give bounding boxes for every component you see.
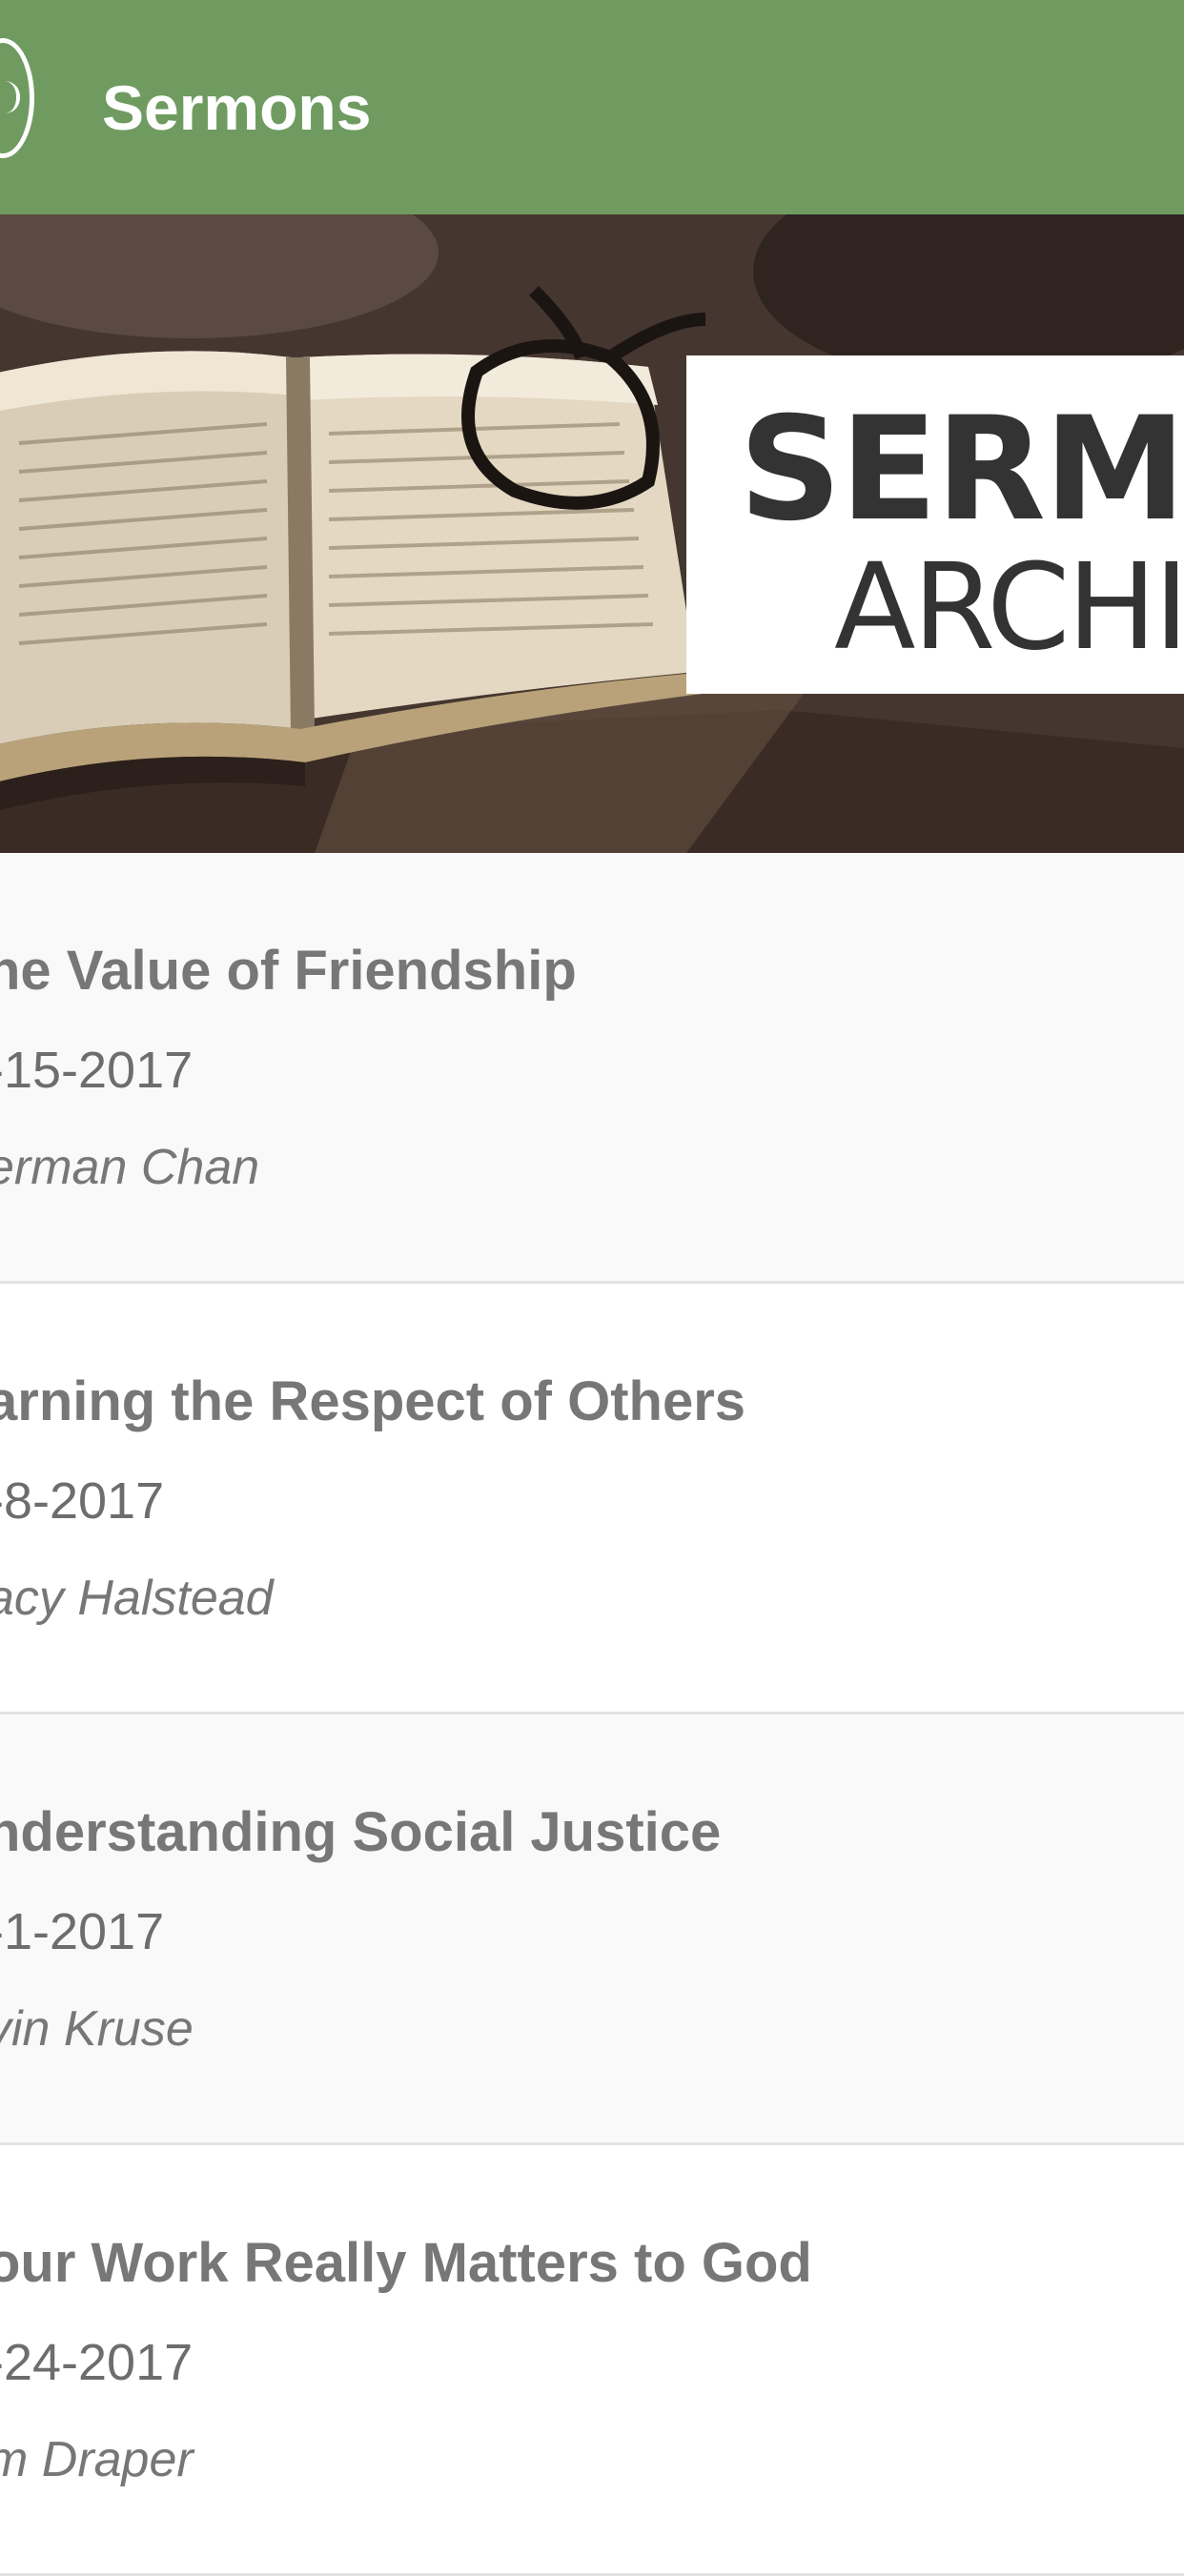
sermon-title: our Work Really Matters to God xyxy=(0,2232,812,2294)
sermon-speaker: vin Kruse xyxy=(0,2001,194,2057)
sermon-title: arning the Respect of Others xyxy=(0,1370,746,1432)
list-item[interactable]: our Work Really Matters to God -24-2017 … xyxy=(0,2145,1184,2576)
page-title: Sermons xyxy=(102,72,372,143)
sermon-date: -1-2017 xyxy=(0,1903,165,1960)
sermon-date: -15-2017 xyxy=(0,1042,194,1099)
sermon-speaker: acy Halstead xyxy=(0,1571,274,1626)
list-item[interactable]: nderstanding Social Justice -1-2017 vin … xyxy=(0,1714,1184,2145)
hero-subheading: ARCHI xyxy=(834,538,1184,677)
sermon-title: nderstanding Social Justice xyxy=(0,1801,722,1863)
sermon-speaker: erman Chan xyxy=(0,1140,260,1195)
sermon-title: he Value of Friendship xyxy=(0,940,577,1002)
sermon-archive-card: SERM ARCHI xyxy=(686,355,1184,694)
menu-icon[interactable] xyxy=(0,38,34,158)
hero-heading: SERM xyxy=(739,387,1184,553)
sermon-list: he Value of Friendship -15-2017 erman Ch… xyxy=(0,853,1184,2576)
hero-banner: SERM ARCHI xyxy=(0,214,1184,853)
sermon-speaker: m Draper xyxy=(0,2432,194,2487)
sermon-date: -8-2017 xyxy=(0,1472,165,1530)
sermon-date: -24-2017 xyxy=(0,2334,194,2391)
list-item[interactable]: he Value of Friendship -15-2017 erman Ch… xyxy=(0,853,1184,1284)
app-bar: Sermons xyxy=(0,0,1184,214)
list-item[interactable]: arning the Respect of Others -8-2017 acy… xyxy=(0,1284,1184,1714)
